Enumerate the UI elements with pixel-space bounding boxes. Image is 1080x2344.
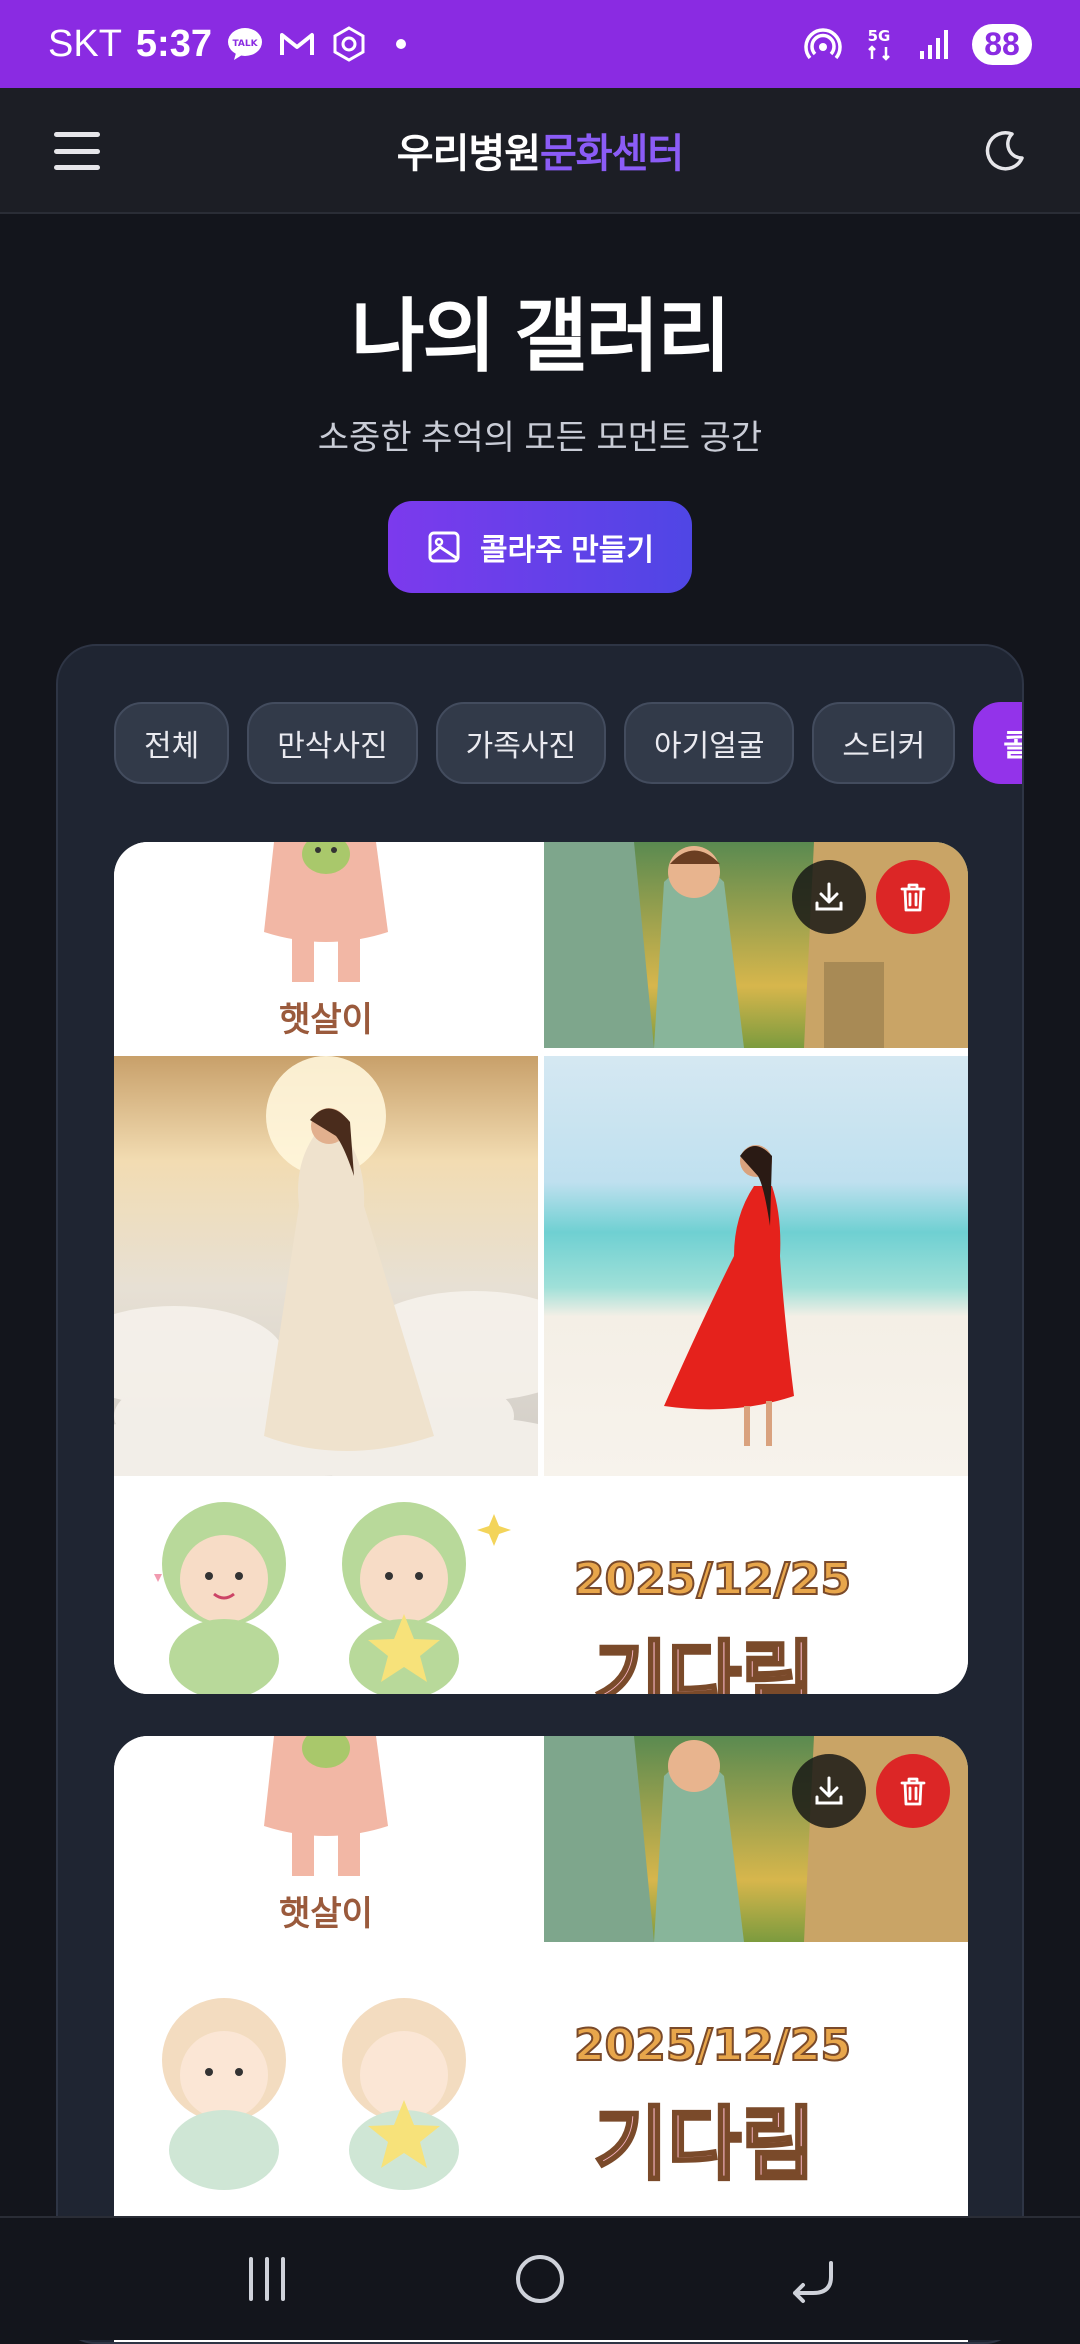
maternity-cloud-photo-cell bbox=[114, 1056, 538, 1476]
svg-text:TALK: TALK bbox=[232, 39, 258, 49]
gallery-panel: 전체 만삭사진 가족사진 아기얼굴 스티커 콜라주 햇살이 bbox=[56, 644, 1024, 2344]
make-collage-button[interactable]: 콜라주 만들기 bbox=[388, 501, 692, 593]
back-icon[interactable] bbox=[773, 2239, 853, 2319]
brand-name-part2: 문화센터 bbox=[540, 132, 684, 176]
maternity-beach-photo-cell bbox=[544, 1056, 968, 1476]
download-icon bbox=[815, 1776, 843, 1805]
gallery-photo[interactable]: 햇살이 2025/12/25 기다림 bbox=[114, 842, 968, 1694]
signal-icon bbox=[916, 25, 954, 63]
filter-chip-all[interactable]: 전체 bbox=[114, 702, 230, 784]
moon-icon[interactable] bbox=[982, 128, 1028, 174]
notification-dot-icon bbox=[382, 25, 420, 63]
svg-text:5G: 5G bbox=[868, 27, 891, 45]
talk-icon: TALK bbox=[226, 25, 264, 63]
photo-actions bbox=[792, 860, 950, 934]
date-sticker-cell: 2025/12/25 기다림 bbox=[544, 1484, 968, 1694]
filter-chip-collage[interactable]: 콜라주 bbox=[973, 702, 1022, 784]
filter-label: 가족사진 bbox=[465, 730, 577, 763]
battery-indicator: 88 bbox=[972, 23, 1032, 65]
sticker-date: 2025/12/25 bbox=[573, 1553, 852, 1606]
delete-button[interactable] bbox=[876, 860, 950, 934]
filter-chip-maternity[interactable]: 만삭사진 bbox=[247, 702, 418, 784]
download-button[interactable] bbox=[792, 1754, 866, 1828]
page-title: 나의 갤러리 bbox=[350, 292, 731, 381]
image-icon bbox=[428, 531, 460, 563]
system-nav-bar bbox=[0, 2216, 1080, 2340]
filter-tabs: 전체 만삭사진 가족사진 아기얼굴 스티커 콜라주 bbox=[114, 702, 1022, 784]
shield-app-icon bbox=[330, 25, 368, 63]
download-button[interactable] bbox=[792, 860, 866, 934]
filter-label: 만삭사진 bbox=[277, 730, 388, 763]
sticker-caption: 햇살이 bbox=[279, 1000, 373, 1040]
delete-button[interactable] bbox=[876, 1754, 950, 1828]
hamburger-icon[interactable] bbox=[52, 126, 102, 176]
filter-label: 아기얼굴 bbox=[654, 730, 765, 763]
filter-chip-sticker[interactable]: 스티커 bbox=[812, 702, 956, 784]
hero-section: 나의 갤러리 소중한 추억의 모든 모먼트 공간 콜라주 만들기 bbox=[0, 214, 1080, 593]
sticker-cell: 햇살이 bbox=[114, 842, 538, 1048]
trash-icon bbox=[900, 883, 926, 912]
filter-label: 스티커 bbox=[842, 730, 926, 763]
sticker-word: 기다림 bbox=[593, 2097, 817, 2193]
brand-name-part1: 우리병원 bbox=[396, 132, 541, 176]
trash-icon bbox=[900, 1777, 926, 1806]
filter-label: 콜라주 bbox=[1003, 721, 1022, 765]
sticker-cell: 햇살이 bbox=[114, 1736, 538, 1942]
sticker-caption: 햇살이 bbox=[279, 1894, 373, 1934]
hotspot-icon bbox=[804, 25, 842, 63]
sticker-date: 2025/12/25 bbox=[573, 2019, 852, 2072]
filter-label: 전체 bbox=[144, 730, 200, 763]
gmail-icon bbox=[278, 25, 316, 63]
status-bar: SKT 5:37 TALK 5G 88 bbox=[0, 0, 1080, 88]
baby-sticker-cell bbox=[114, 1484, 538, 1694]
app-header: 우리병원문화센터 bbox=[0, 88, 1080, 214]
filter-chip-baby-face[interactable]: 아기얼굴 bbox=[624, 702, 795, 784]
download-icon bbox=[815, 882, 843, 911]
clock: 5:37 bbox=[135, 22, 212, 65]
page-subtitle: 소중한 추억의 모든 모먼트 공간 bbox=[317, 419, 763, 457]
filter-chip-family[interactable]: 가족사진 bbox=[435, 702, 607, 784]
sticker-word: 기다림 bbox=[593, 1631, 817, 1695]
make-collage-label: 콜라주 만들기 bbox=[480, 534, 654, 567]
recent-apps-icon[interactable] bbox=[227, 2239, 307, 2319]
network-5g-icon: 5G bbox=[860, 25, 898, 63]
brand-logo[interactable]: 우리병원문화센터 bbox=[396, 121, 684, 179]
carrier-label: SKT bbox=[48, 22, 122, 65]
home-icon[interactable] bbox=[500, 2239, 580, 2319]
photo-actions bbox=[792, 1754, 950, 1828]
